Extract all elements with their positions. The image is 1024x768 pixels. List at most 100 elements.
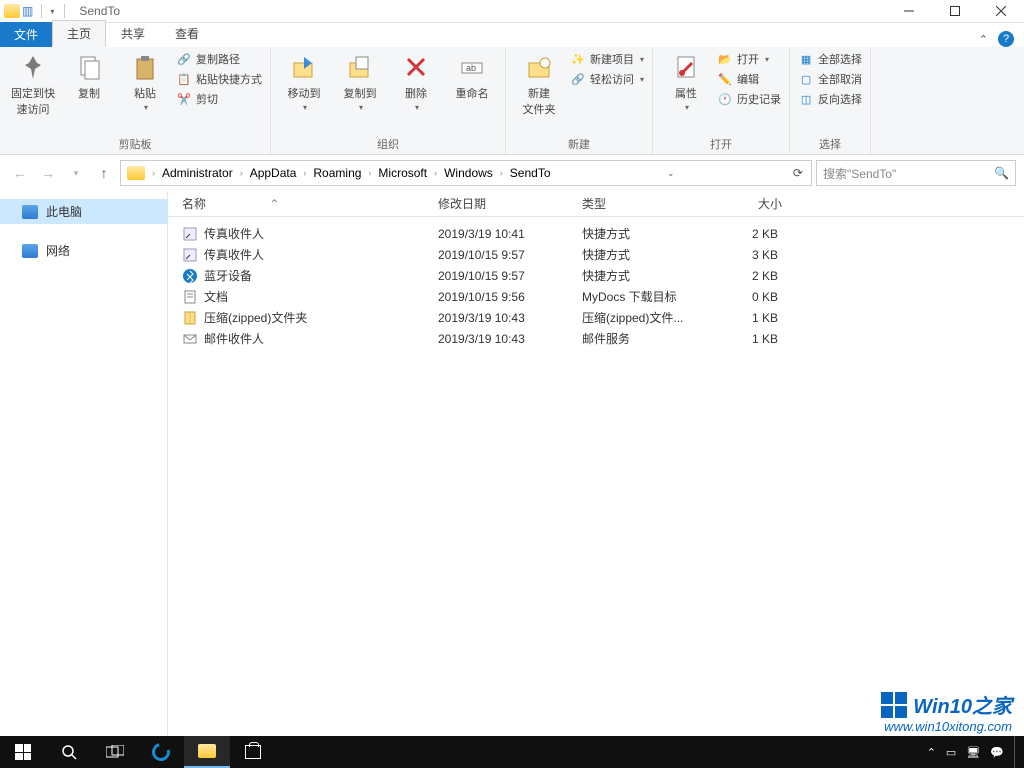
search-icon[interactable]: 🔍	[994, 166, 1009, 180]
pc-icon	[22, 205, 38, 219]
edit-button[interactable]: ✏️编辑	[717, 71, 781, 87]
column-type[interactable]: 类型	[582, 195, 702, 212]
back-button[interactable]: ←	[8, 161, 32, 185]
copyto-button[interactable]: 复制到▾	[335, 51, 385, 112]
refresh-icon[interactable]: ⟳	[787, 166, 809, 180]
tray-chevron-icon[interactable]: ⌃	[927, 746, 936, 759]
copypath-button[interactable]: 🔗复制路径	[176, 51, 262, 67]
file-size: 1 KB	[702, 311, 778, 325]
chevron-right-icon[interactable]: ›	[365, 168, 374, 178]
file-type: 邮件服务	[582, 330, 702, 347]
mail-icon	[182, 331, 198, 347]
delete-button[interactable]: 删除▾	[391, 51, 441, 112]
separator	[64, 4, 65, 18]
group-open: 打开	[661, 134, 781, 152]
chevron-right-icon[interactable]: ›	[149, 168, 158, 178]
watermark-title: Win10之家	[913, 690, 1012, 719]
sidebar-item-network[interactable]: 网络	[0, 238, 167, 263]
tab-view[interactable]: 查看	[160, 20, 214, 47]
breadcrumb[interactable]: SendTo	[506, 166, 555, 180]
file-row[interactable]: 邮件收件人 2019/3/19 10:43 邮件服务 1 KB	[168, 328, 1024, 349]
file-date: 2019/3/19 10:43	[438, 311, 582, 325]
sidebar-item-label: 网络	[46, 242, 70, 259]
pasteshortcut-button[interactable]: 📋粘贴快捷方式	[176, 71, 262, 87]
rename-button[interactable]: ab重命名	[447, 51, 497, 101]
tab-file[interactable]: 文件	[0, 22, 52, 47]
minimize-button[interactable]	[886, 0, 932, 23]
file-row[interactable]: 文档 2019/10/15 9:56 MyDocs 下载目标 0 KB	[168, 286, 1024, 307]
search-input[interactable]: 搜索"SendTo" 🔍	[816, 160, 1016, 186]
file-date: 2019/3/19 10:41	[438, 227, 582, 241]
copy-button[interactable]: 复制	[64, 51, 114, 101]
taskview-button[interactable]	[92, 736, 138, 768]
window-title: SendTo	[79, 4, 120, 18]
explorer-button[interactable]	[184, 736, 230, 768]
tray-network-icon[interactable]: 🖥	[966, 746, 980, 759]
column-size[interactable]: 大小	[702, 195, 782, 212]
properties-button[interactable]: 属性▾	[661, 51, 711, 112]
selectnone-button[interactable]: ▢全部取消	[798, 71, 862, 87]
chevron-right-icon[interactable]: ›	[300, 168, 309, 178]
svg-text:ab: ab	[466, 63, 476, 73]
maximize-button[interactable]	[932, 0, 978, 23]
bluetooth-icon	[182, 268, 198, 284]
tab-share[interactable]: 共享	[106, 20, 160, 47]
pin-button[interactable]: 固定到快 速访问	[8, 51, 58, 117]
file-size: 0 KB	[702, 290, 778, 304]
chevron-right-icon[interactable]: ›	[431, 168, 440, 178]
moveto-button[interactable]: 移动到▾	[279, 51, 329, 112]
qat-dropdown-icon[interactable]: ▾	[50, 7, 54, 16]
cut-button[interactable]: ✂️剪切	[176, 91, 262, 107]
start-button[interactable]	[0, 736, 46, 768]
qat-save-icon[interactable]: ▥	[22, 4, 33, 18]
file-row[interactable]: 传真收件人 2019/10/15 9:57 快捷方式 3 KB	[168, 244, 1024, 265]
search-button[interactable]	[46, 736, 92, 768]
sidebar-item-thispc[interactable]: 此电脑	[0, 199, 167, 224]
tray-input-icon[interactable]: ▭	[946, 746, 956, 759]
edge-button[interactable]	[138, 736, 184, 768]
history-button[interactable]: 🕐历史记录	[717, 91, 781, 107]
chevron-right-icon[interactable]: ›	[237, 168, 246, 178]
help-icon[interactable]: ?	[998, 31, 1014, 47]
newitem-button[interactable]: ✨新建项目▾	[570, 51, 644, 67]
file-name: 传真收件人	[204, 246, 438, 263]
forward-button[interactable]: →	[36, 161, 60, 185]
address-bar[interactable]: › Administrator › AppData › Roaming › Mi…	[120, 160, 812, 186]
breadcrumb[interactable]: Administrator	[158, 166, 237, 180]
file-row[interactable]: 压缩(zipped)文件夹 2019/3/19 10:43 压缩(zipped)…	[168, 307, 1024, 328]
collapse-ribbon-icon[interactable]: ⌃	[979, 33, 988, 46]
newfolder-button[interactable]: 新建 文件夹	[514, 51, 564, 117]
file-size: 2 KB	[702, 269, 778, 283]
invert-button[interactable]: ◫反向选择	[798, 91, 862, 107]
column-date[interactable]: 修改日期	[438, 195, 582, 212]
tab-home[interactable]: 主页	[52, 20, 106, 47]
file-type: 快捷方式	[582, 225, 702, 242]
file-type: 快捷方式	[582, 246, 702, 263]
chevron-right-icon[interactable]: ›	[497, 168, 506, 178]
breadcrumb[interactable]: Windows	[440, 166, 497, 180]
app-icon	[4, 4, 20, 18]
breadcrumb[interactable]: Roaming	[309, 166, 365, 180]
addr-dropdown-icon[interactable]: ⌄	[661, 168, 681, 179]
file-name: 传真收件人	[204, 225, 438, 242]
paste-button[interactable]: 粘贴▾	[120, 51, 170, 112]
close-button[interactable]	[978, 0, 1024, 23]
group-select: 选择	[798, 134, 862, 152]
selectall-button[interactable]: ▦全部选择	[798, 51, 862, 67]
column-name[interactable]: 名称 ⌃	[182, 195, 438, 212]
file-row[interactable]: 蓝牙设备 2019/10/15 9:57 快捷方式 2 KB	[168, 265, 1024, 286]
store-button[interactable]	[230, 736, 276, 768]
tray-notification-icon[interactable]: 💬	[990, 746, 1004, 759]
easyaccess-button[interactable]: 🔗轻松访问▾	[570, 71, 644, 87]
file-date: 2019/10/15 9:57	[438, 269, 582, 283]
show-desktop[interactable]	[1014, 736, 1018, 768]
file-type: 压缩(zipped)文件...	[582, 309, 702, 326]
breadcrumb[interactable]: AppData	[246, 166, 301, 180]
file-row[interactable]: 传真收件人 2019/3/19 10:41 快捷方式 2 KB	[168, 223, 1024, 244]
breadcrumb[interactable]: Microsoft	[374, 166, 431, 180]
open-button[interactable]: 📂打开▾	[717, 51, 781, 67]
file-date: 2019/3/19 10:43	[438, 332, 582, 346]
recent-dropdown[interactable]: ▾	[64, 161, 88, 185]
group-organize: 组织	[279, 134, 497, 152]
up-button[interactable]: ↑	[92, 161, 116, 185]
